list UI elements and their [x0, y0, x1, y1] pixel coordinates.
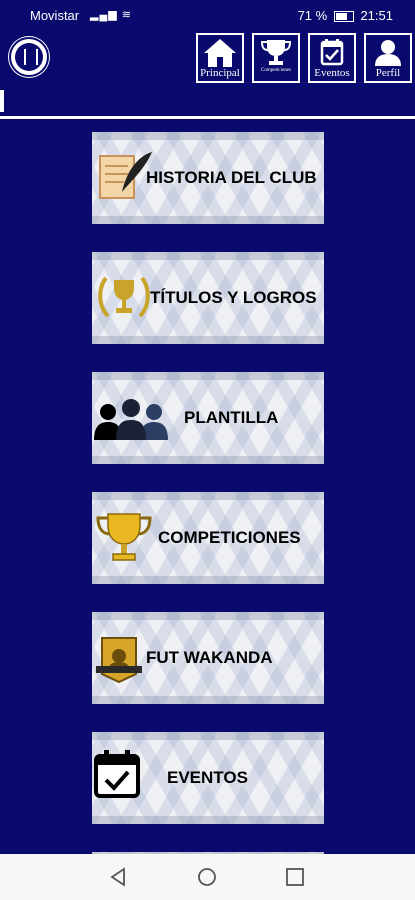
status-bar: Movistar ▂▄▆ ≋ 71 % 21:51	[0, 0, 415, 30]
menu-item-label: COMPETICIONES	[158, 528, 301, 547]
system-nav-bar	[0, 854, 415, 900]
tab-perfil[interactable]: Perfil	[364, 33, 412, 83]
scroll-quill-icon	[99, 152, 152, 199]
battery-percent: 71 %	[297, 8, 328, 23]
divider-stub	[0, 90, 4, 112]
tab-label: Principal	[200, 67, 240, 79]
header-divider	[0, 116, 415, 119]
menu-item-historia[interactable]: HISTORIA DEL CLUB	[92, 132, 324, 224]
menu-item-plantilla[interactable]: PLANTILLA	[92, 372, 324, 464]
battery-icon	[333, 11, 354, 23]
tab-label: Eventos	[314, 67, 350, 79]
menu-item-label: HISTORIA DEL CLUB	[146, 168, 317, 187]
menu-item-eventos[interactable]: EVENTOS	[92, 732, 324, 824]
people-silhouette-icon	[94, 399, 168, 440]
calendar-check-icon	[94, 750, 140, 798]
calendar-check-icon	[320, 39, 344, 66]
back-icon[interactable]	[108, 866, 130, 888]
tab-principal[interactable]: Principal	[196, 33, 244, 83]
tab-competiciones[interactable]: Competiciones	[252, 33, 300, 83]
player-card-icon	[96, 637, 142, 684]
recents-icon[interactable]	[284, 866, 306, 888]
tab-eventos[interactable]: Eventos	[308, 33, 356, 83]
home-icon	[204, 39, 236, 67]
laurel-trophy-icon	[98, 276, 150, 318]
menu-item-label: PLANTILLA	[184, 408, 279, 427]
carrier-name: Movistar	[30, 8, 80, 23]
status-right: 71 % 21:51	[298, 8, 393, 23]
clock: 21:51	[360, 8, 393, 23]
gold-cup-icon	[96, 513, 152, 561]
user-icon	[375, 40, 401, 66]
trophy-icon	[260, 40, 292, 65]
menu-item-competiciones[interactable]: COMPETICIONES	[92, 492, 324, 584]
app-bar: Principal Competiciones Eventos Perfil	[0, 30, 415, 86]
menu-item-titulos[interactable]: TÍTULOS Y LOGROS	[92, 252, 324, 344]
tab-label: Perfil	[375, 67, 401, 79]
menu-item-label: FUT WAKANDA	[146, 648, 273, 667]
menu-item-fut-wakanda[interactable]: FUT WAKANDA	[92, 612, 324, 704]
menu-item-label: TÍTULOS Y LOGROS	[150, 288, 317, 307]
tab-label: Competiciones	[261, 68, 291, 73]
signal-wifi-icon: ▂▄▆ ≋	[90, 9, 132, 21]
menu-item-label: EVENTOS	[167, 768, 248, 787]
club-logo[interactable]	[9, 37, 49, 77]
home-nav-icon[interactable]	[196, 866, 218, 888]
